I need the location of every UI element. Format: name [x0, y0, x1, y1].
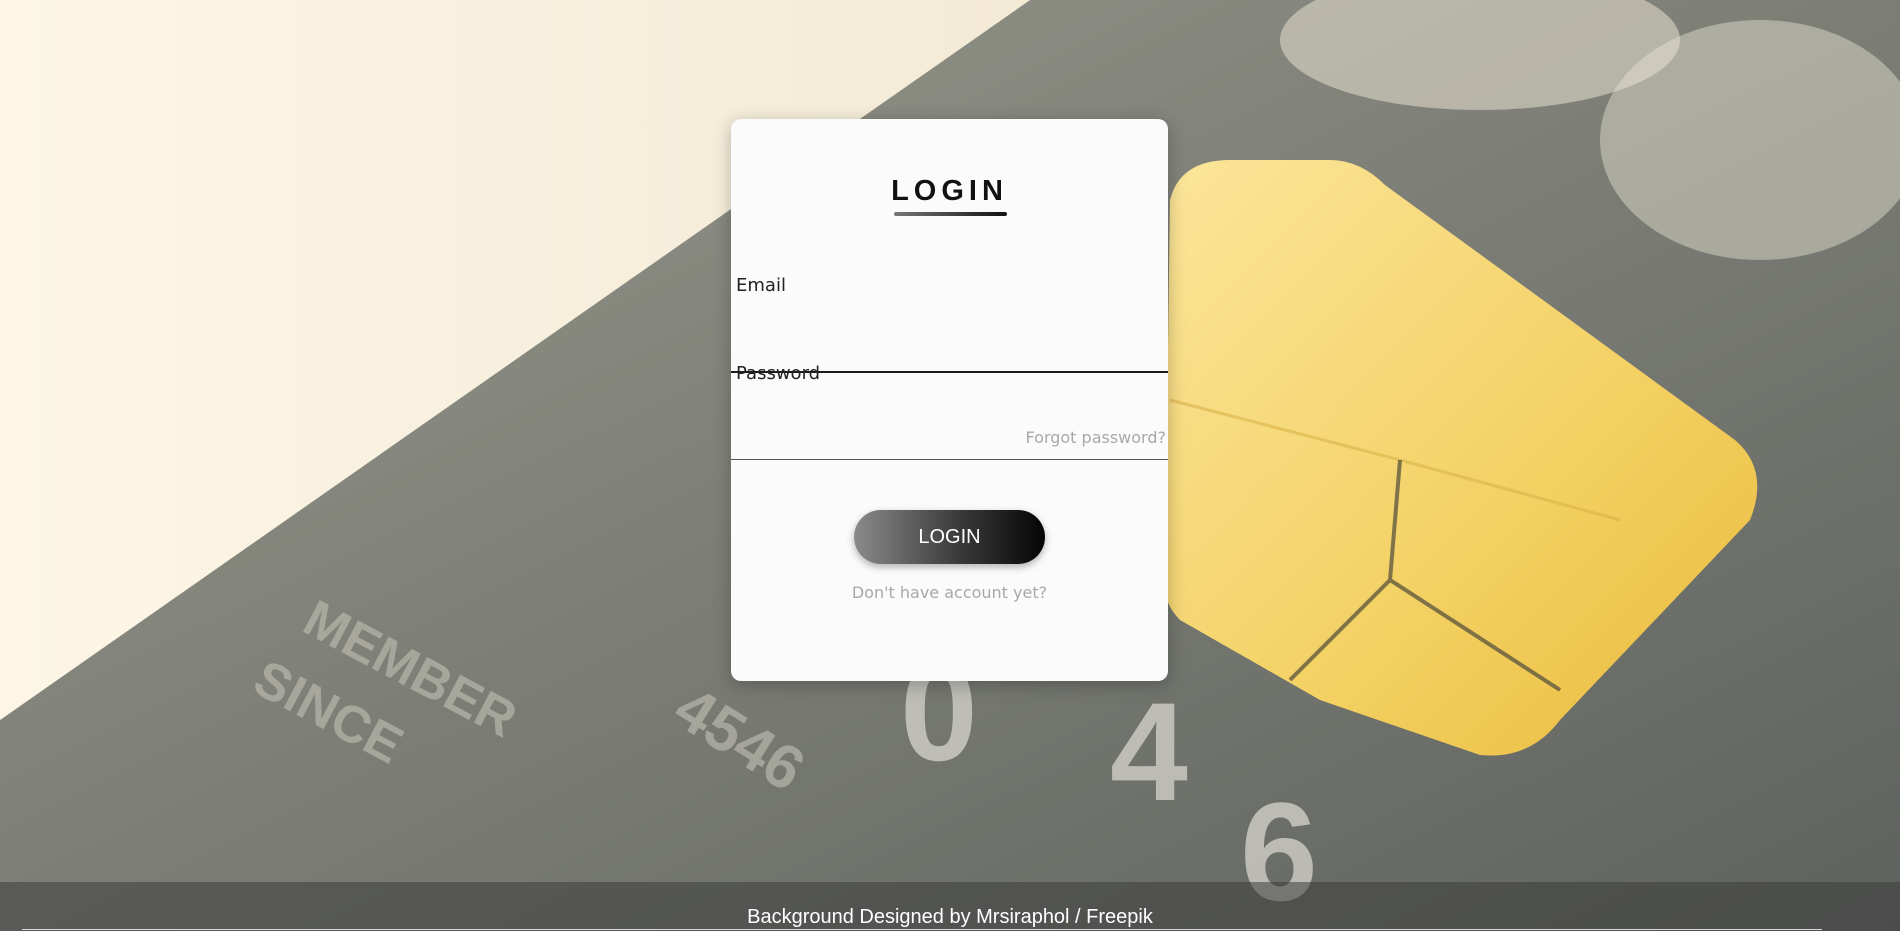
- password-field-container[interactable]: [731, 383, 1168, 460]
- title-underline: [894, 212, 1007, 216]
- email-field-container[interactable]: [731, 295, 1168, 373]
- footer: Background Designed by Mrsiraphol / Free…: [0, 882, 1900, 931]
- footer-credit: Background Designed by Mrsiraphol / Free…: [747, 906, 1153, 928]
- login-title: LOGIN: [891, 175, 1008, 207]
- signup-link[interactable]: Don't have account yet?: [731, 583, 1168, 602]
- login-button[interactable]: LOGIN: [854, 510, 1045, 564]
- email-input[interactable]: [735, 335, 1164, 365]
- login-card: LOGIN Forgot password? LOGIN Don't have …: [731, 119, 1168, 681]
- svg-text:4: 4: [1110, 673, 1188, 830]
- password-label: Password: [736, 363, 821, 384]
- footer-divider: [22, 929, 1822, 930]
- email-label: Email: [736, 275, 786, 296]
- forgot-password-link[interactable]: Forgot password?: [1026, 428, 1166, 447]
